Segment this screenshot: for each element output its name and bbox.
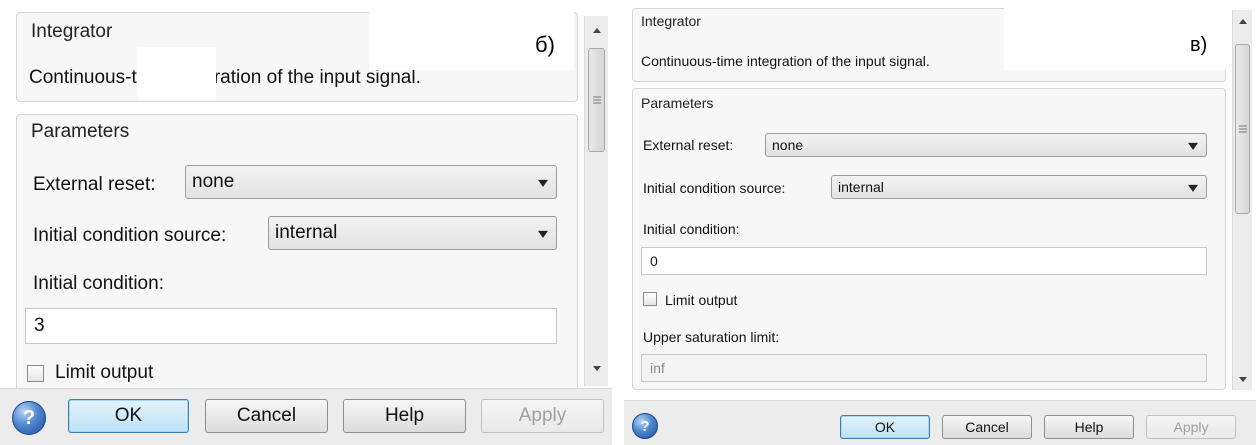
scroll-up-arrow-icon bbox=[1238, 18, 1247, 24]
scroll-up-button[interactable] bbox=[585, 22, 608, 38]
dialog-panel-b: Integrator Continuous-time integration o… bbox=[0, 0, 612, 445]
external-reset-value: none bbox=[772, 137, 804, 153]
vertical-scrollbar[interactable] bbox=[584, 16, 608, 386]
block-description: Continuous-time integration of the input… bbox=[29, 67, 421, 88]
grip-icon bbox=[592, 95, 601, 106]
external-reset-label: External reset: bbox=[643, 137, 734, 153]
upper-sat-input: inf bbox=[641, 354, 1207, 382]
ic-label: Initial condition: bbox=[33, 273, 164, 294]
ic-source-select[interactable]: internal bbox=[831, 175, 1207, 199]
external-reset-label: External reset: bbox=[33, 174, 156, 195]
dialog-footer: ? OK Cancel Help Apply bbox=[624, 400, 1256, 445]
chevron-down-icon bbox=[538, 230, 548, 238]
grip-icon bbox=[1238, 124, 1247, 135]
ok-button[interactable]: OK bbox=[840, 415, 930, 439]
external-reset-select[interactable]: none bbox=[185, 165, 557, 199]
ic-source-label: Initial condition source: bbox=[33, 225, 227, 246]
ic-label: Initial condition: bbox=[643, 221, 740, 237]
help-question-icon[interactable]: ? bbox=[632, 413, 658, 439]
scroll-down-button[interactable] bbox=[1233, 372, 1252, 386]
apply-button: Apply bbox=[481, 399, 604, 433]
scroll-thumb[interactable] bbox=[1235, 44, 1250, 214]
parameters-group: Parameters External reset: none Initial … bbox=[632, 88, 1226, 390]
limit-output-checkbox[interactable] bbox=[643, 292, 657, 306]
scroll-thumb[interactable] bbox=[588, 48, 605, 152]
limit-output-label: Limit output bbox=[665, 292, 738, 308]
parameters-title: Parameters bbox=[31, 121, 130, 142]
ic-source-value: internal bbox=[275, 222, 338, 243]
ic-source-value: internal bbox=[838, 179, 884, 195]
ic-value: 0 bbox=[650, 253, 658, 269]
chevron-down-icon bbox=[1188, 142, 1198, 150]
limit-output-label: Limit output bbox=[55, 362, 154, 383]
panel-divider bbox=[614, 0, 620, 445]
scroll-up-button[interactable] bbox=[1233, 14, 1252, 28]
limit-output-checkbox[interactable] bbox=[27, 365, 44, 382]
vertical-scrollbar[interactable] bbox=[1232, 10, 1252, 390]
block-title: Integrator bbox=[641, 13, 701, 29]
ok-button[interactable]: OK bbox=[68, 399, 189, 433]
figure-tag: б) bbox=[535, 32, 555, 57]
apply-button: Apply bbox=[1146, 415, 1236, 439]
chevron-down-icon bbox=[538, 179, 548, 187]
figure-tag: в) bbox=[1190, 34, 1208, 56]
help-button[interactable]: Help bbox=[1044, 415, 1134, 439]
upper-sat-label: Upper saturation limit: bbox=[643, 329, 780, 345]
ic-input[interactable]: 0 bbox=[641, 247, 1207, 275]
dialog-panel-v: Integrator Continuous-time integration o… bbox=[624, 0, 1256, 445]
ic-input[interactable]: 3 bbox=[25, 308, 557, 344]
scroll-down-arrow-icon bbox=[1238, 376, 1247, 382]
parameters-title: Parameters bbox=[641, 95, 714, 111]
scroll-down-button[interactable] bbox=[585, 360, 608, 376]
cancel-button[interactable]: Cancel bbox=[942, 415, 1032, 439]
parameters-group: Parameters External reset: none Initial … bbox=[16, 114, 578, 406]
scroll-up-arrow-icon bbox=[592, 27, 601, 33]
chevron-down-icon bbox=[1188, 184, 1198, 192]
external-reset-value: none bbox=[192, 171, 235, 192]
mask-block bbox=[137, 47, 216, 99]
scroll-down-arrow-icon bbox=[592, 365, 601, 371]
cancel-button[interactable]: Cancel bbox=[205, 399, 328, 433]
dialog-footer: ? OK Cancel Help Apply bbox=[0, 388, 612, 445]
help-button[interactable]: Help bbox=[343, 399, 466, 433]
block-description: Continuous-time integration of the input… bbox=[641, 53, 930, 69]
external-reset-select[interactable]: none bbox=[765, 133, 1207, 157]
ic-value: 3 bbox=[34, 315, 45, 336]
upper-sat-value: inf bbox=[650, 360, 665, 376]
ic-source-label: Initial condition source: bbox=[643, 180, 786, 196]
ic-source-select[interactable]: internal bbox=[268, 216, 557, 250]
help-question-icon[interactable]: ? bbox=[12, 401, 46, 435]
block-title: Integrator bbox=[31, 21, 113, 42]
